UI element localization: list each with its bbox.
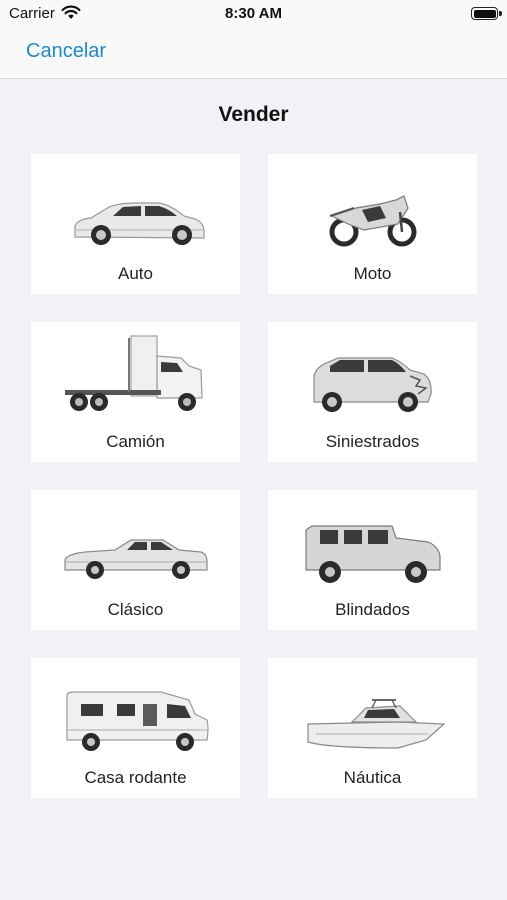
boat-icon: [307, 699, 446, 749]
battery-icon: [471, 7, 498, 20]
category-label: Siniestrados: [325, 432, 420, 451]
motorhome-icon: [66, 691, 209, 751]
category-card-nautica[interactable]: Náutica: [268, 658, 477, 798]
category-card-casa-rodante[interactable]: Casa rodante: [31, 658, 240, 798]
navigation-bar: Cancelar: [0, 28, 507, 79]
category-label: Camión: [106, 432, 165, 451]
category-label: Auto: [118, 264, 153, 283]
truck-icon: [65, 335, 203, 411]
category-card-siniestrados[interactable]: Siniestrados: [268, 322, 477, 462]
sedan-car-icon: [74, 202, 205, 245]
clock-time: 8:30 AM: [225, 5, 282, 22]
category-card-clasico[interactable]: Clásico: [31, 490, 240, 630]
category-label: Casa rodante: [84, 768, 187, 787]
page-title: Vender: [218, 103, 289, 126]
category-label: Náutica: [343, 768, 402, 787]
category-label: Clásico: [107, 600, 164, 619]
classic-car-icon: [64, 539, 208, 579]
motorcycle-icon: [329, 195, 417, 247]
category-card-moto[interactable]: Moto: [268, 154, 477, 294]
status-bar: Carrier 8:30 AM: [0, 0, 507, 28]
category-label: Blindados: [335, 600, 410, 619]
category-card-blindados[interactable]: Blindados: [268, 490, 477, 630]
category-card-camion[interactable]: Camión: [31, 322, 240, 462]
category-label: Moto: [353, 264, 392, 283]
cancel-button[interactable]: Cancelar: [26, 40, 106, 63]
category-card-auto[interactable]: Auto: [31, 154, 240, 294]
armored-jeep-icon: [305, 525, 441, 583]
battery-tip: [499, 11, 502, 16]
damaged-suv-icon: [313, 357, 432, 412]
